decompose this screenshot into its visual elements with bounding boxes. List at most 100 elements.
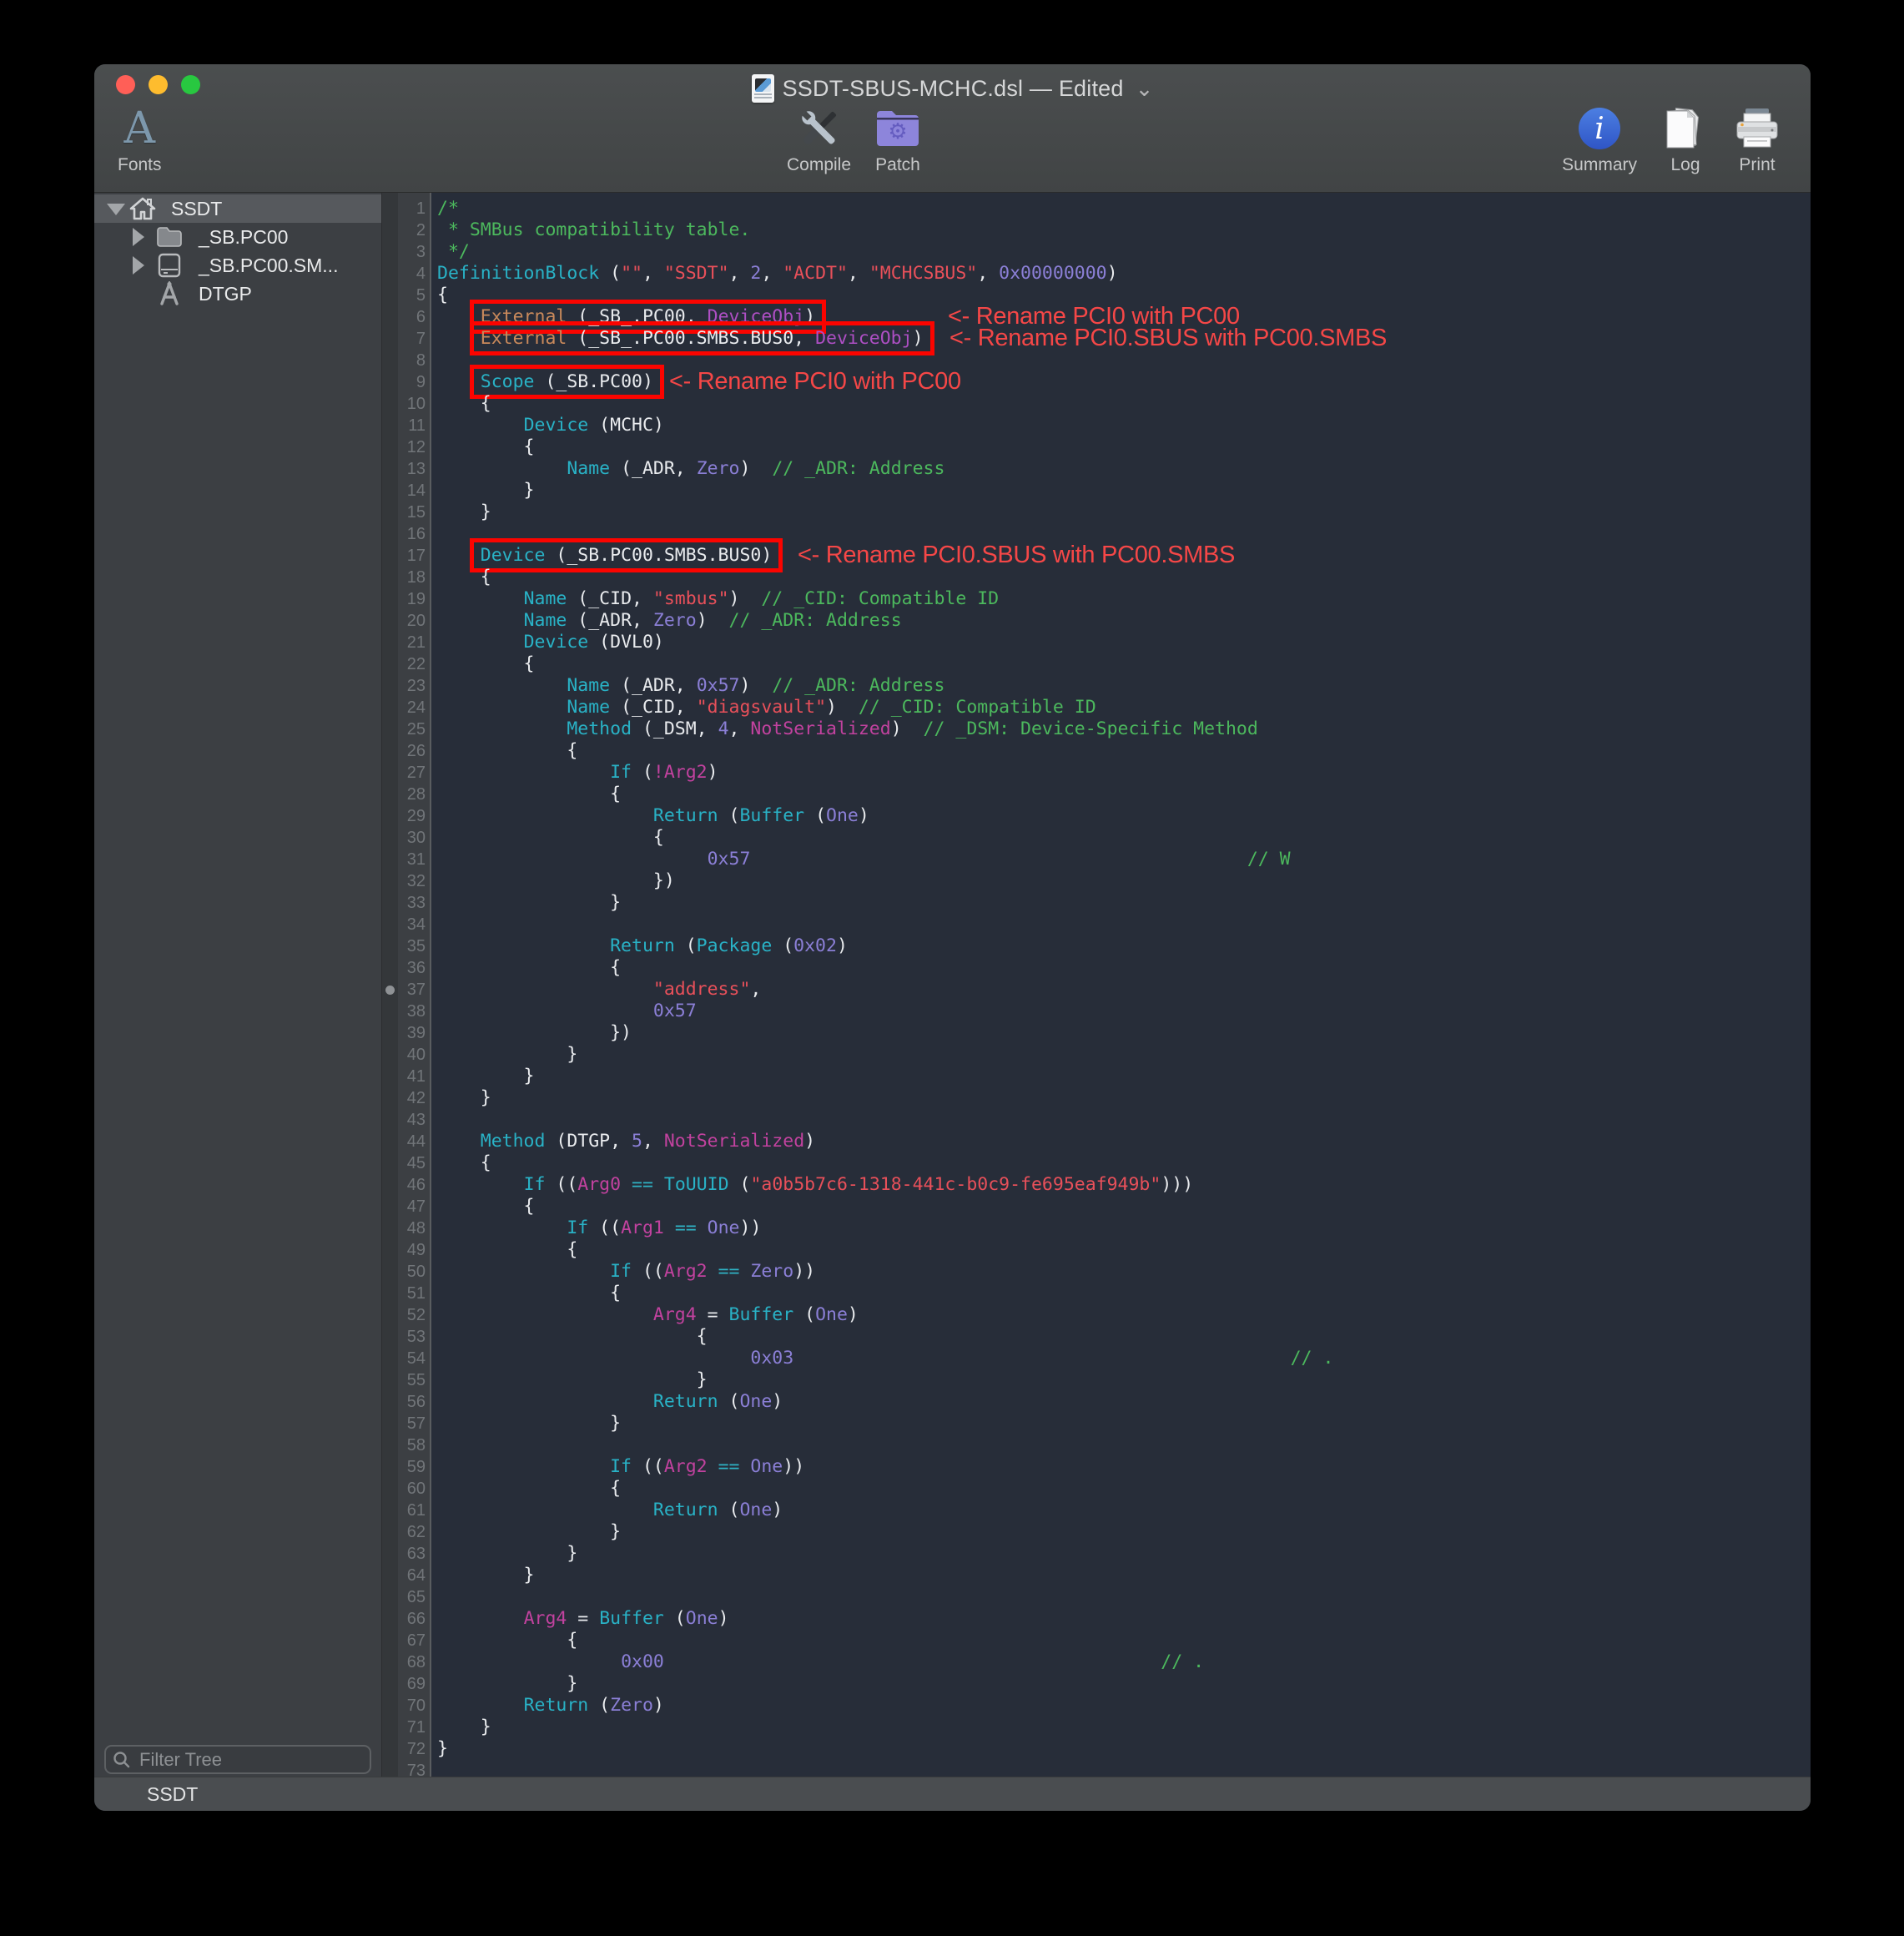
code-editor[interactable]: 1234567891011121314151617181920212223242… [382, 193, 1811, 1777]
gutter-row: 60 [382, 1478, 430, 1500]
toolbar-button-compile[interactable]: Compile [787, 104, 851, 175]
gutter-row: 52 [382, 1304, 430, 1326]
disclosure-closed-icon[interactable] [133, 228, 144, 246]
code-line: Name (_ADR, 0x57) // _ADR: Address [437, 675, 1811, 697]
fonts-icon: A [123, 104, 155, 153]
code-token: (_SB.PC00.SMBS.BUS0) [545, 545, 772, 566]
gutter-row: 6 [382, 306, 430, 328]
svg-text:i: i [1594, 112, 1604, 146]
code-token: Zero [653, 610, 697, 631]
sidebar-item--sb-pc00[interactable]: _SB.PC00 [94, 223, 381, 251]
toolbar-button-print[interactable]: Print [1734, 104, 1781, 175]
minimize-button[interactable] [149, 75, 168, 94]
disclosure-open-icon[interactable] [107, 204, 125, 215]
code-token: One [815, 1304, 848, 1325]
line-number: 1 [395, 199, 430, 219]
code-token: (( [545, 1174, 577, 1195]
disclosure-closed-icon[interactable] [133, 256, 144, 275]
code-line: { [437, 827, 1811, 849]
filter-tree-input[interactable] [104, 1745, 371, 1774]
code-token: == [632, 1174, 653, 1195]
gutter-row: 51 [382, 1283, 430, 1304]
gutter-row: 61 [382, 1500, 430, 1521]
gutter-row: 67 [382, 1630, 430, 1651]
code-pane[interactable]: /* * SMBus compatibility table. */Defini… [431, 193, 1811, 1777]
sidebar-item-dtgp[interactable]: DTGP [94, 280, 381, 308]
code-token: "a0b5b7c6-1318-441c-b0c9-fe695eaf949b" [750, 1174, 1161, 1195]
code-token [437, 1304, 653, 1325]
line-number: 14 [395, 481, 430, 501]
line-number: 64 [395, 1566, 430, 1586]
line-number: 70 [395, 1697, 430, 1716]
code-token: == [718, 1456, 740, 1477]
code-token: ) [913, 328, 924, 349]
toolbar-button-patch[interactable]: ⚙Patch [874, 104, 922, 175]
code-token: (_DSM, [632, 718, 718, 739]
sidebar-item--sb-pc00-sm-[interactable]: _SB.PC00.SM... [94, 251, 381, 280]
sidebar-item-ssdt[interactable]: SSDT [94, 194, 381, 223]
code-line: } [437, 1521, 1811, 1543]
code-token: 0x57 [697, 675, 740, 696]
close-button[interactable] [116, 75, 135, 94]
code-token: = [567, 1608, 599, 1629]
gutter-row: 30 [382, 827, 430, 849]
title-menu-chevron-icon[interactable]: ⌄ [1136, 80, 1154, 97]
code-line: { [437, 436, 1811, 458]
code-line: Method (_DSM, 4, NotSerialized) // _DSM:… [437, 718, 1811, 740]
code-token: } [437, 1543, 577, 1564]
code-token: // _CID: Compatible ID [859, 697, 1096, 718]
toolbar-button-summary[interactable]: i Summary [1562, 104, 1637, 175]
gutter-row: 12 [382, 436, 430, 458]
code-line: External (_SB_.PC00.SMBS.BUS0, DeviceObj… [437, 328, 1811, 350]
code-token [653, 1174, 664, 1195]
line-number: 52 [395, 1306, 430, 1325]
line-number: 19 [395, 590, 430, 609]
code-token: == [675, 1218, 697, 1238]
code-token: ) [859, 805, 869, 826]
gutter-row: 57 [382, 1413, 430, 1434]
code-token: // . [1161, 1651, 1204, 1672]
code-line: { [437, 1478, 1811, 1500]
code-line [437, 1760, 1811, 1777]
code-token [739, 1456, 750, 1477]
window-title: SSDT-SBUS-MCHC.dsl — Edited [783, 76, 1124, 102]
toolbar: AFonts Compile ⚙Patch Print Log i Summary [94, 104, 1811, 192]
code-token: ) [891, 718, 924, 739]
code-token: One [686, 1608, 718, 1629]
zoom-button[interactable] [181, 75, 200, 94]
content-area: SSDT_SB.PC00_SB.PC00.SM...DTGP 123456789… [94, 193, 1811, 1777]
code-token [437, 632, 524, 653]
code-line: /* [437, 198, 1811, 219]
code-token: // _DSM: Device-Specific Method [924, 718, 1258, 739]
code-token: ) [718, 1608, 729, 1629]
code-token: (_CID, [610, 697, 697, 718]
code-token: )) [783, 1456, 804, 1477]
gutter-row: 18 [382, 567, 430, 588]
code-token: Return [653, 1391, 718, 1412]
code-token [437, 610, 524, 631]
code-token: { [437, 1196, 535, 1217]
code-token: { [437, 1239, 577, 1260]
line-number: 51 [395, 1284, 430, 1303]
code-line: } [437, 1565, 1811, 1586]
toolbar-button-fonts[interactable]: AFonts [118, 104, 162, 175]
folder-icon [155, 224, 184, 250]
toolbar-button-log[interactable]: Log [1662, 104, 1709, 175]
code-token: } [437, 1369, 708, 1390]
toolbar-button-label: Summary [1562, 155, 1637, 175]
code-token [437, 1261, 610, 1282]
code-token [750, 849, 1247, 870]
code-token: // _ADR: Address [772, 458, 944, 479]
code-token: , [848, 263, 869, 284]
gutter-row: 3 [382, 241, 430, 263]
code-token [437, 1456, 610, 1477]
code-token: { [437, 957, 621, 978]
code-line: If ((Arg2 == One)) [437, 1456, 1811, 1478]
code-token: } [437, 1673, 577, 1694]
line-number: 68 [395, 1653, 430, 1672]
line-number: 56 [395, 1393, 430, 1412]
code-token: ( [793, 1304, 815, 1325]
code-token [437, 415, 524, 436]
code-token: , [642, 1131, 664, 1152]
code-token: */ [437, 241, 470, 262]
